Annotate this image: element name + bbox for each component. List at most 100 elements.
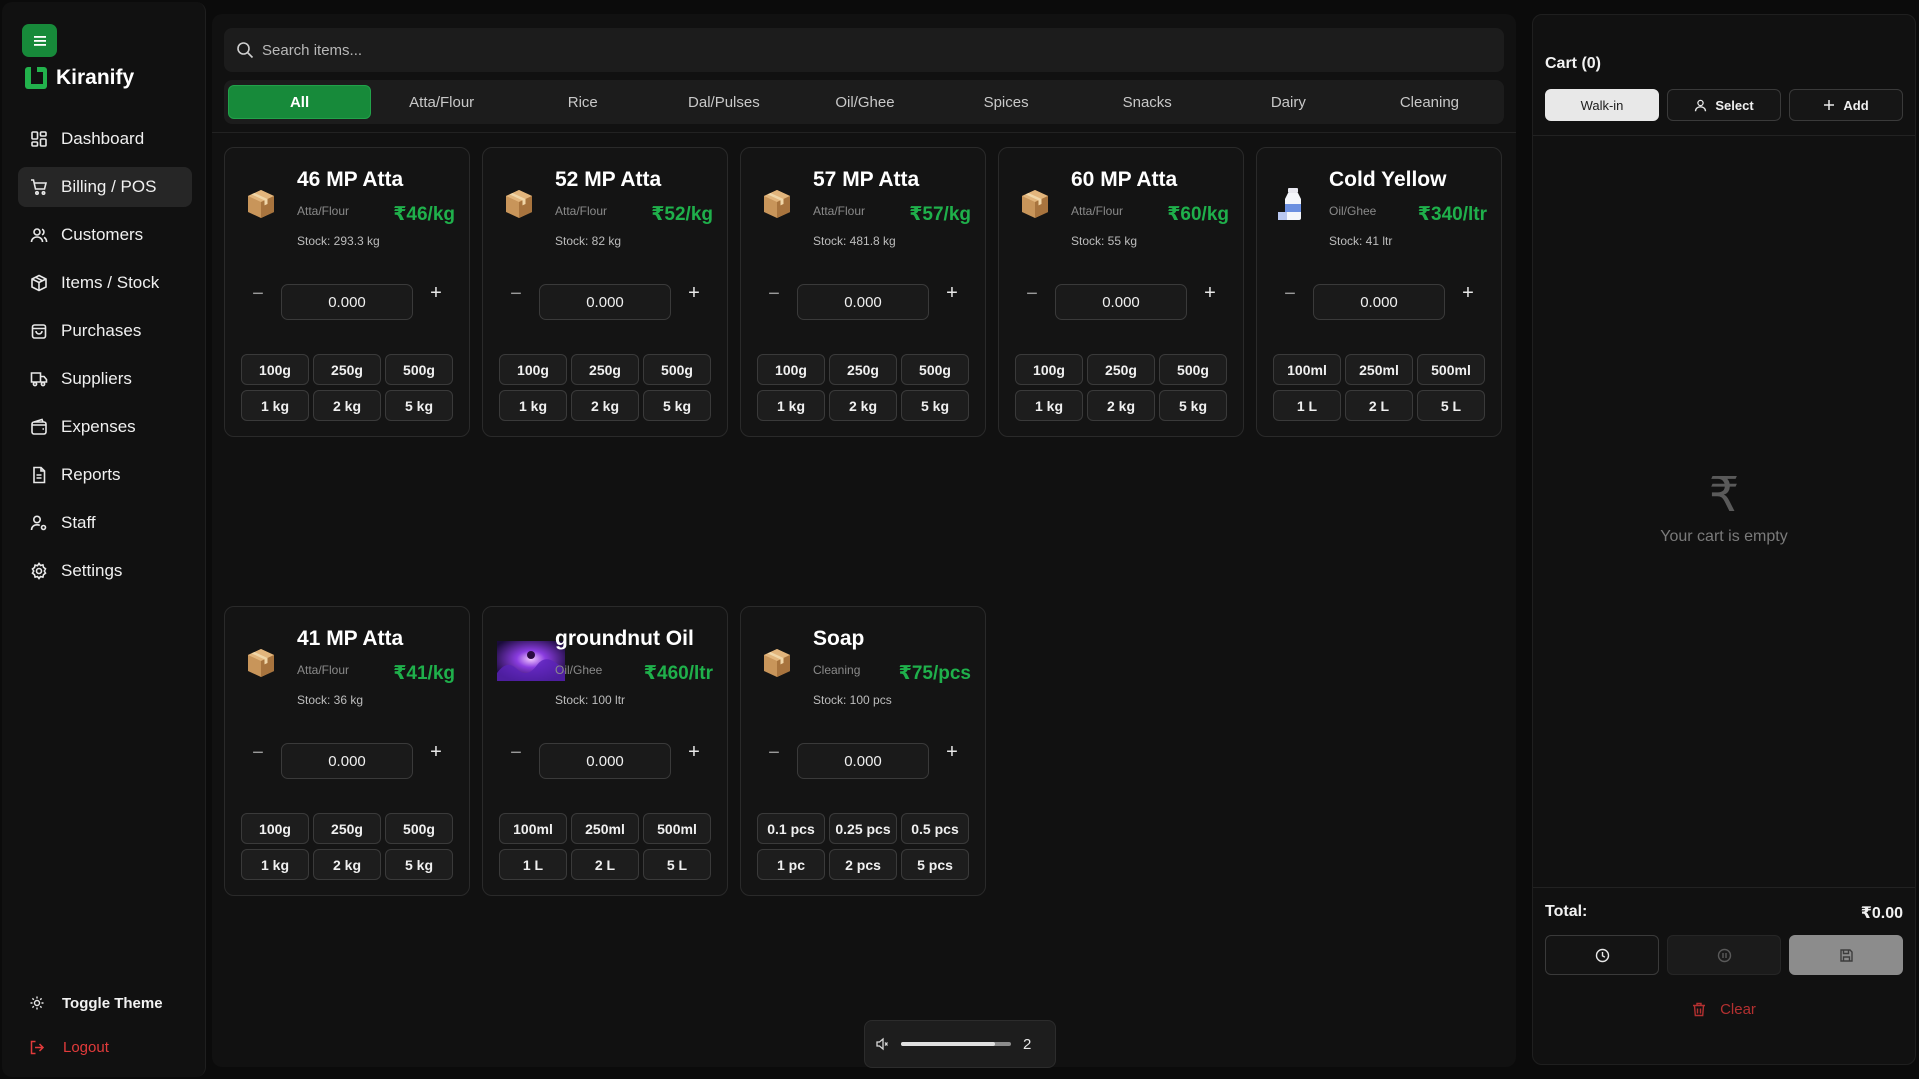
decrement-button[interactable]: − <box>507 284 525 304</box>
tab-dal-pulses[interactable]: Dal/Pulses <box>653 85 794 119</box>
sidebar-item-settings[interactable]: Settings <box>18 551 192 591</box>
quantity-preset-button[interactable]: 1 kg <box>1015 390 1083 421</box>
search-bar[interactable] <box>224 28 1504 72</box>
quantity-preset-button[interactable]: 500ml <box>1417 354 1485 385</box>
quantity-preset-button[interactable]: 250g <box>313 354 381 385</box>
product-card[interactable]: Cold Yellow Oil/Ghee ₹340/ltr Stock: 41 ltr… <box>1256 147 1502 437</box>
quantity-preset-button[interactable]: 2 kg <box>313 390 381 421</box>
quantity-preset-button[interactable]: 1 L <box>1273 390 1341 421</box>
tab-cleaning[interactable]: Cleaning <box>1359 85 1500 119</box>
product-card[interactable]: 57 MP Atta Atta/Flour ₹57/kg Stock: 481.8 k… <box>740 147 986 437</box>
increment-button[interactable]: + <box>1201 283 1219 303</box>
tab-all[interactable]: All <box>228 85 372 119</box>
increment-button[interactable]: + <box>943 283 961 303</box>
decrement-button[interactable]: − <box>249 284 267 304</box>
hold-button[interactable] <box>1667 935 1781 975</box>
brand[interactable]: Kiranify <box>24 66 134 90</box>
quantity-input[interactable] <box>797 284 929 320</box>
history-button[interactable] <box>1545 935 1659 975</box>
product-card[interactable]: groundnut Oil Oil/Ghee ₹460/ltr Stock: 100 … <box>482 606 728 896</box>
quantity-preset-button[interactable]: 500ml <box>643 813 711 844</box>
quantity-preset-button[interactable]: 100g <box>499 354 567 385</box>
quantity-preset-button[interactable]: 5 pcs <box>901 849 969 880</box>
quantity-input[interactable] <box>1313 284 1445 320</box>
tab-oil-ghee[interactable]: Oil/Ghee <box>794 85 935 119</box>
tab-spices[interactable]: Spices <box>936 85 1077 119</box>
quantity-preset-button[interactable]: 500g <box>901 354 969 385</box>
sidebar-item-reports[interactable]: Reports <box>18 455 192 495</box>
quantity-preset-button[interactable]: 100ml <box>1273 354 1341 385</box>
quantity-preset-button[interactable]: 5 kg <box>901 390 969 421</box>
select-customer-button[interactable]: Select <box>1667 89 1781 121</box>
decrement-button[interactable]: − <box>249 743 267 763</box>
quantity-preset-button[interactable]: 1 kg <box>757 390 825 421</box>
quantity-preset-button[interactable]: 2 kg <box>829 390 897 421</box>
decrement-button[interactable]: − <box>765 284 783 304</box>
clear-cart-button[interactable]: Clear <box>1533 1001 1915 1018</box>
quantity-input[interactable] <box>539 284 671 320</box>
sidebar-item-suppliers[interactable]: Suppliers <box>18 359 192 399</box>
quantity-preset-button[interactable]: 500g <box>1159 354 1227 385</box>
quantity-preset-button[interactable]: 0.1 pcs <box>757 813 825 844</box>
quantity-preset-button[interactable]: 100g <box>241 813 309 844</box>
increment-button[interactable]: + <box>943 742 961 762</box>
decrement-button[interactable]: − <box>1023 284 1041 304</box>
logout-button[interactable]: Logout <box>30 1036 163 1058</box>
increment-button[interactable]: + <box>685 283 703 303</box>
tab-rice[interactable]: Rice <box>512 85 653 119</box>
quantity-preset-button[interactable]: 2 pcs <box>829 849 897 880</box>
walk-in-button[interactable]: Walk-in <box>1545 89 1659 121</box>
quantity-preset-button[interactable]: 5 kg <box>643 390 711 421</box>
quantity-preset-button[interactable]: 2 kg <box>571 390 639 421</box>
quantity-preset-button[interactable]: 100g <box>241 354 309 385</box>
increment-button[interactable]: + <box>1459 283 1477 303</box>
sidebar-item-customers[interactable]: Customers <box>18 215 192 255</box>
increment-button[interactable]: + <box>427 283 445 303</box>
increment-button[interactable]: + <box>427 742 445 762</box>
toggle-theme-button[interactable]: Toggle Theme <box>30 992 163 1014</box>
quantity-preset-button[interactable]: 500g <box>643 354 711 385</box>
quantity-preset-button[interactable]: 5 L <box>643 849 711 880</box>
quantity-preset-button[interactable]: 250ml <box>571 813 639 844</box>
sidebar-item-purchases[interactable]: Purchases <box>18 311 192 351</box>
quantity-preset-button[interactable]: 100g <box>1015 354 1083 385</box>
tab-dairy[interactable]: Dairy <box>1218 85 1359 119</box>
product-card[interactable]: 52 MP Atta Atta/Flour ₹52/kg Stock: 82 kg − +… <box>482 147 728 437</box>
quantity-preset-button[interactable]: 1 L <box>499 849 567 880</box>
product-card[interactable]: 41 MP Atta Atta/Flour ₹41/kg Stock: 36 kg − +… <box>224 606 470 896</box>
quantity-preset-button[interactable]: 5 kg <box>385 390 453 421</box>
quantity-preset-button[interactable]: 5 kg <box>385 849 453 880</box>
quantity-preset-button[interactable]: 2 kg <box>1087 390 1155 421</box>
quantity-preset-button[interactable]: 1 kg <box>241 390 309 421</box>
quantity-preset-button[interactable]: 100ml <box>499 813 567 844</box>
product-card[interactable]: 46 MP Atta Atta/Flour ₹46/kg Stock: 293.3 k… <box>224 147 470 437</box>
save-bill-button[interactable] <box>1789 935 1903 975</box>
quantity-preset-button[interactable]: 2 kg <box>313 849 381 880</box>
add-customer-button[interactable]: Add <box>1789 89 1903 121</box>
quantity-preset-button[interactable]: 100g <box>757 354 825 385</box>
quantity-preset-button[interactable]: 2 L <box>1345 390 1413 421</box>
product-card[interactable]: 60 MP Atta Atta/Flour ₹60/kg Stock: 55 kg − +… <box>998 147 1244 437</box>
volume-slider[interactable] <box>901 1042 1011 1046</box>
sidebar-item-dashboard[interactable]: Dashboard <box>18 119 192 159</box>
quantity-preset-button[interactable]: 5 kg <box>1159 390 1227 421</box>
increment-button[interactable]: + <box>685 742 703 762</box>
quantity-preset-button[interactable]: 250g <box>1087 354 1155 385</box>
quantity-input[interactable] <box>797 743 929 779</box>
quantity-preset-button[interactable]: 1 pc <box>757 849 825 880</box>
quantity-preset-button[interactable]: 0.5 pcs <box>901 813 969 844</box>
quantity-preset-button[interactable]: 5 L <box>1417 390 1485 421</box>
sidebar-item-expenses[interactable]: Expenses <box>18 407 192 447</box>
quantity-preset-button[interactable]: 2 L <box>571 849 639 880</box>
decrement-button[interactable]: − <box>1281 284 1299 304</box>
quantity-preset-button[interactable]: 1 kg <box>499 390 567 421</box>
menu-toggle-button[interactable] <box>22 24 57 57</box>
quantity-preset-button[interactable]: 0.25 pcs <box>829 813 897 844</box>
quantity-preset-button[interactable]: 500g <box>385 813 453 844</box>
search-input[interactable] <box>262 41 1462 59</box>
sidebar-item-items-stock[interactable]: Items / Stock <box>18 263 192 303</box>
quantity-preset-button[interactable]: 500g <box>385 354 453 385</box>
tab-snacks[interactable]: Snacks <box>1077 85 1218 119</box>
quantity-preset-button[interactable]: 250g <box>313 813 381 844</box>
quantity-input[interactable] <box>1055 284 1187 320</box>
